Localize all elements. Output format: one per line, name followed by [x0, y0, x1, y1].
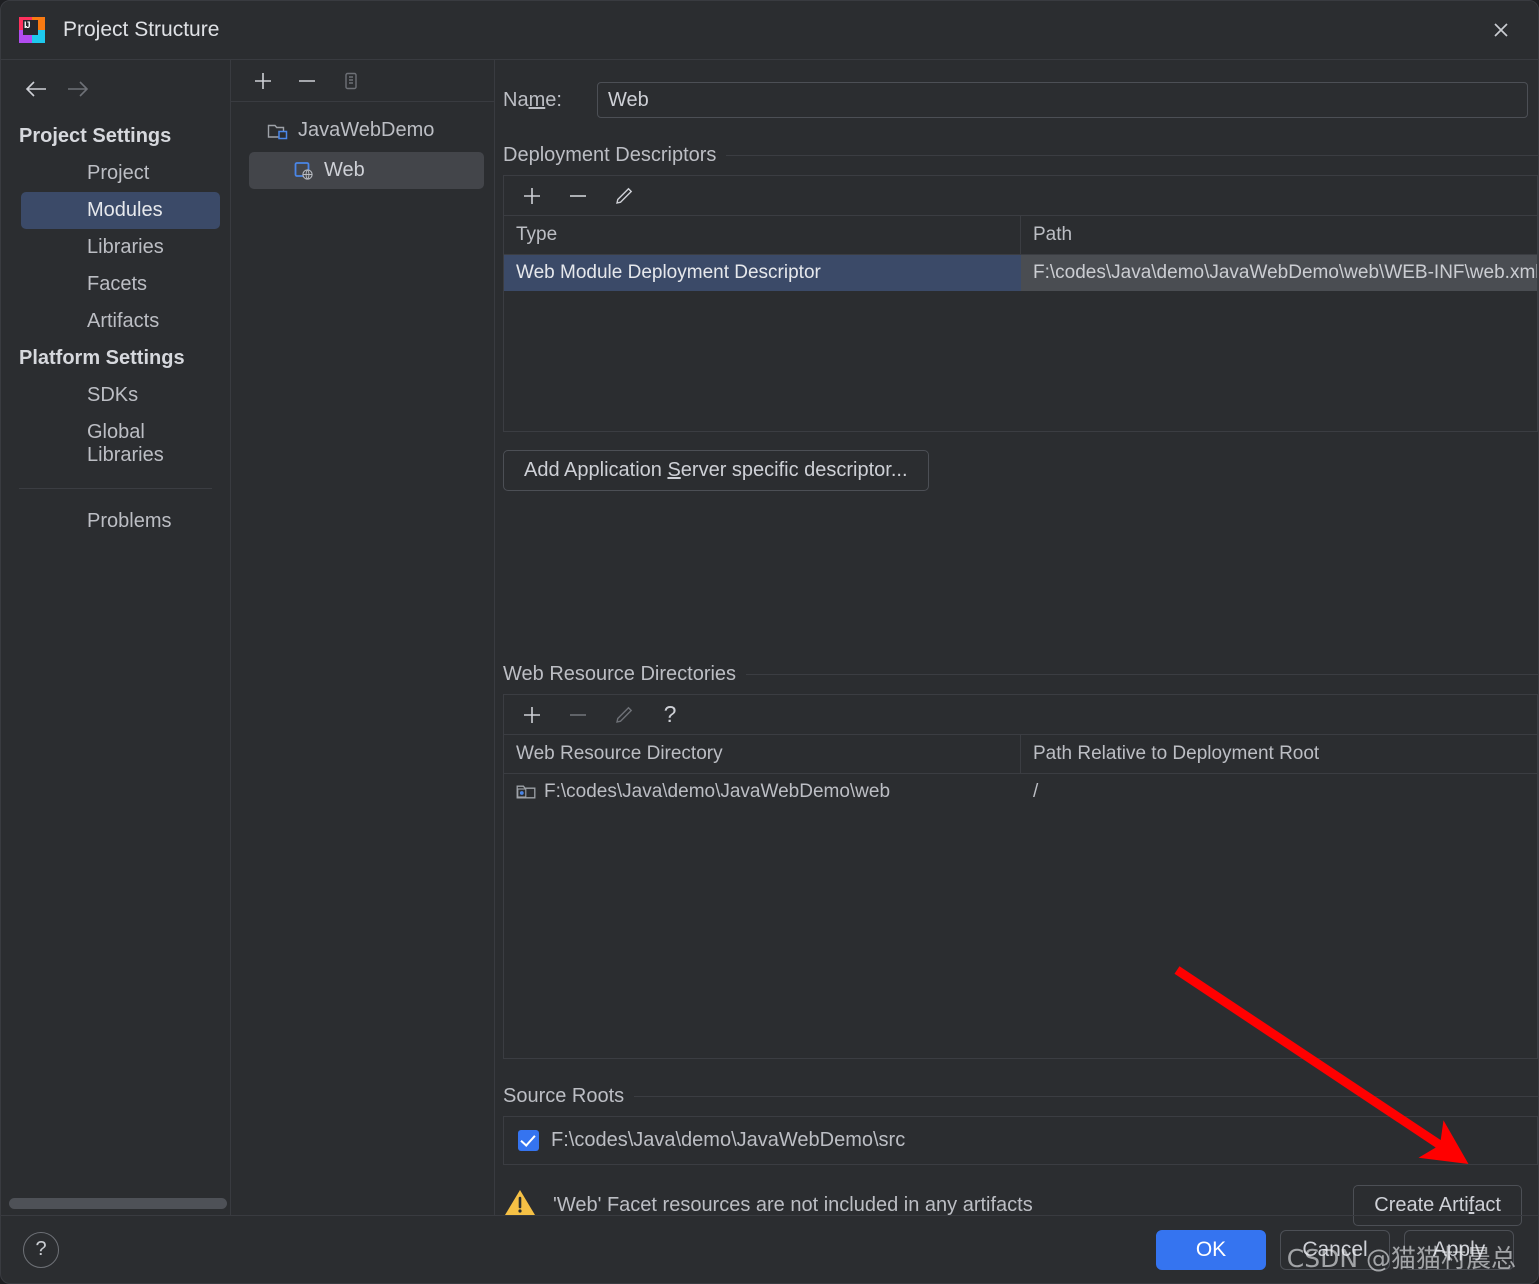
table-row[interactable]: Web Module Deployment Descriptor F:\code… [504, 255, 1537, 291]
name-input[interactable] [597, 82, 1528, 118]
column-header-web-resource-directory[interactable]: Web Resource Directory [504, 735, 1021, 773]
project-structure-dialog: IJ Project Structure Project Settings Pr… [0, 0, 1539, 1284]
arrow-right-icon[interactable] [65, 76, 91, 102]
remove-web-resource-button[interactable] [564, 701, 592, 729]
list-item[interactable]: F:\codes\Java\demo\JavaWebDemo\src [504, 1117, 1537, 1164]
page-title: Project Structure [63, 18, 220, 41]
dialog-titlebar: IJ Project Structure [1, 1, 1538, 59]
source-roots-box: F:\codes\Java\demo\JavaWebDemo\src [503, 1116, 1538, 1165]
web-resource-directories-table: ? Web Resource Directory Path Relative t… [503, 694, 1538, 1059]
column-header-path[interactable]: Path [1021, 216, 1537, 254]
descriptor-type-cell: Web Module Deployment Descriptor [504, 255, 1021, 291]
remove-module-button[interactable] [293, 67, 321, 95]
sidebar-group-project-settings: Project Settings [19, 125, 172, 147]
section-label: Web Resource Directories [503, 663, 737, 685]
module-group-icon [267, 121, 289, 141]
module-tree-panel: JavaWebDemo Web [231, 60, 495, 1215]
column-header-type[interactable]: Type [504, 216, 1021, 254]
section-rule [746, 674, 1538, 675]
deployment-descriptors-empty-area [504, 291, 1537, 431]
web-resource-directories-empty-area [504, 810, 1537, 1058]
ok-button[interactable]: OK [1156, 1229, 1266, 1270]
remove-descriptor-button[interactable] [564, 182, 592, 210]
sidebar-item-libraries[interactable]: Libraries [21, 229, 220, 266]
sidebar-item-sdks[interactable]: SDKs [21, 377, 220, 414]
apply-button[interactable]: Apply [1404, 1229, 1514, 1270]
section-rule [634, 1096, 1538, 1097]
cancel-button[interactable]: Cancel [1280, 1229, 1390, 1270]
pencil-icon[interactable] [610, 182, 638, 210]
column-header-relative-path[interactable]: Path Relative to Deployment Root [1021, 735, 1537, 773]
sidebar-item-artifacts[interactable]: Artifacts [21, 303, 220, 340]
sidebar-item-modules[interactable]: Modules [21, 192, 220, 229]
deployment-descriptors-toolbar [504, 176, 1537, 216]
source-root-path: F:\codes\Java\demo\JavaWebDemo\src [551, 1129, 906, 1151]
sidebar-item-project[interactable]: Project [21, 155, 220, 192]
help-icon[interactable]: ? [656, 701, 684, 729]
source-root-checkbox[interactable] [518, 1130, 539, 1151]
tree-node-javawebdemo[interactable]: JavaWebDemo [249, 112, 484, 149]
deployment-descriptors-table: Type Path Web Module Deployment Descript… [503, 175, 1538, 432]
add-app-server-descriptor-wrap: Add Application Server specific descript… [503, 450, 1538, 491]
copy-icon[interactable] [337, 67, 365, 95]
web-resource-directories-header: Web Resource Directory Path Relative to … [504, 735, 1537, 774]
section-label: Deployment Descriptors [503, 144, 717, 166]
web-facet-icon [293, 161, 315, 181]
descriptor-path-cell: F:\codes\Java\demo\JavaWebDemo\web\WEB-I… [1021, 255, 1537, 291]
source-roots-section-title: Source Roots [503, 1085, 1538, 1108]
deployment-descriptors-section-title: Deployment Descriptors [503, 144, 1538, 167]
warning-message: 'Web' Facet resources are not included i… [553, 1194, 1033, 1216]
sidebar-horizontal-scrollbar[interactable] [9, 1198, 227, 1209]
footer-actions: OK Cancel Apply [1156, 1229, 1538, 1270]
arrow-left-icon[interactable] [23, 76, 49, 102]
dialog-body: Project Settings Project Modules Librari… [1, 59, 1538, 1226]
module-tree-toolbar [231, 60, 494, 102]
folder-icon [516, 783, 536, 800]
tree-node-web[interactable]: Web [249, 152, 484, 189]
web-resource-directories-toolbar: ? [504, 695, 1537, 735]
add-app-server-descriptor-button[interactable]: Add Application Server specific descript… [503, 450, 929, 491]
pencil-icon[interactable] [610, 701, 638, 729]
add-module-button[interactable] [249, 67, 277, 95]
sidebar-item-global-libraries[interactable]: Global Libraries [21, 414, 220, 474]
sidebar-divider [19, 488, 212, 489]
web-resource-directory-cell: F:\codes\Java\demo\JavaWebDemo\web [504, 774, 1021, 810]
sidebar-group-platform-settings: Platform Settings [19, 347, 185, 369]
module-tree: JavaWebDemo Web [231, 102, 494, 192]
section-label: Source Roots [503, 1085, 625, 1107]
sidebar-item-facets[interactable]: Facets [21, 266, 220, 303]
tree-node-label: Web [324, 159, 365, 181]
table-row[interactable]: F:\codes\Java\demo\JavaWebDemo\web / [504, 774, 1537, 810]
close-icon[interactable] [1486, 15, 1516, 45]
deployment-descriptors-header: Type Path [504, 216, 1537, 255]
name-label: Name: [503, 88, 562, 111]
name-row: Name: [495, 60, 1538, 118]
add-web-resource-button[interactable] [518, 701, 546, 729]
section-rule [726, 155, 1538, 156]
web-resource-directory-path: F:\codes\Java\demo\JavaWebDemo\web [544, 781, 891, 802]
web-resource-directories-section-title: Web Resource Directories [503, 663, 1538, 686]
sidebar-navigation [1, 60, 230, 118]
add-descriptor-button[interactable] [518, 182, 546, 210]
facet-detail-panel: Name: Deployment Descriptors [495, 60, 1538, 1226]
dialog-footer: ? OK Cancel Apply [1, 1215, 1538, 1283]
settings-sidebar: Project Settings Project Modules Librari… [1, 60, 231, 1215]
sidebar-item-problems[interactable]: Problems [21, 503, 220, 540]
intellij-idea-icon: IJ [19, 17, 45, 43]
tree-node-label: JavaWebDemo [298, 119, 435, 141]
relative-path-cell: / [1033, 781, 1039, 802]
help-button[interactable]: ? [23, 1231, 59, 1268]
